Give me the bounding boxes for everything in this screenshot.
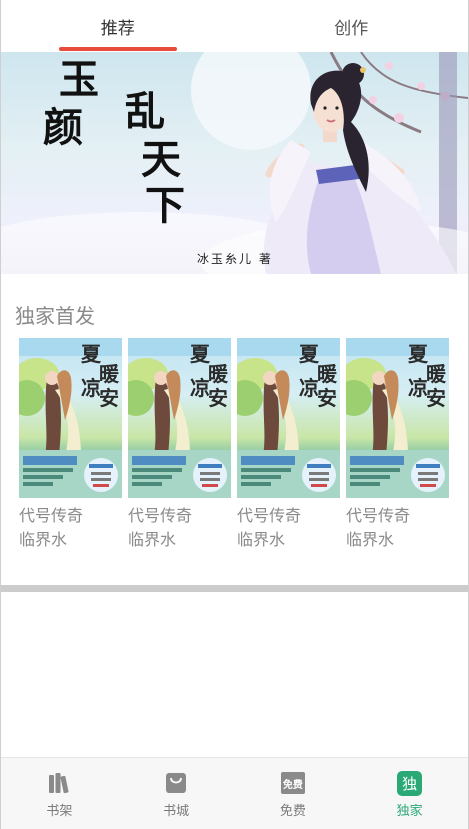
banner-carousel[interactable]: 玉 颜 乱 天 下 冰玉糸儿 著 bbox=[1, 52, 468, 274]
book-cover[interactable]: 夏 暖 凉 安 bbox=[19, 338, 122, 498]
book-card[interactable]: 夏 暖 凉 安 代号传奇 临界水 bbox=[346, 338, 449, 552]
cover-title-char: 凉 bbox=[299, 376, 319, 400]
banner-title-char: 天 bbox=[141, 136, 181, 183]
book-author: 临界水 bbox=[128, 530, 177, 549]
cover-title-char: 暖 bbox=[208, 362, 228, 386]
app-screen: 推荐 创作 玉 颜 乱 天 下 冰玉糸儿 著 独家首发 夏 暖 凉 安 代号传奇… bbox=[0, 0, 469, 829]
exclusive-badge-text: 独 bbox=[397, 770, 423, 796]
book-card[interactable]: 夏 暖 凉 安 代号传奇 临界水 bbox=[19, 338, 122, 552]
book-title[interactable]: 代号传奇 bbox=[237, 504, 340, 528]
cover-title-char: 暖 bbox=[317, 362, 337, 386]
cover-title-char: 安 bbox=[99, 386, 119, 410]
bookshelf-icon bbox=[46, 770, 72, 796]
bottom-nav-bar: 书架 书城 免费 免费 独 独家 bbox=[1, 757, 468, 829]
cover-title-char: 安 bbox=[317, 386, 337, 410]
book-card[interactable]: 夏 暖 凉 安 代号传奇 临界水 bbox=[128, 338, 231, 552]
cover-title-char: 暖 bbox=[426, 362, 446, 386]
book-author: 临界水 bbox=[346, 530, 395, 549]
nav-free-label: 免费 bbox=[279, 804, 306, 819]
nav-exclusive[interactable]: 独 独家 bbox=[351, 758, 468, 829]
cover-title-char: 凉 bbox=[190, 376, 210, 400]
nav-bookshelf-label: 书架 bbox=[46, 804, 73, 819]
nav-bookstore[interactable]: 书城 bbox=[118, 758, 235, 829]
tab-create-label: 创作 bbox=[334, 19, 369, 39]
cover-title-char: 夏 bbox=[81, 342, 101, 366]
book-list: 夏 暖 凉 安 代号传奇 临界水 夏 暖 凉 安 代号传奇 临界水 夏 暖 凉 … bbox=[19, 338, 459, 558]
tab-recommend[interactable]: 推荐 bbox=[1, 0, 235, 52]
nav-bookshelf[interactable]: 书架 bbox=[1, 758, 118, 829]
tab-recommend-label: 推荐 bbox=[100, 19, 135, 39]
free-badge-text: 免费 bbox=[280, 772, 305, 794]
banner-title-char: 玉 bbox=[59, 56, 99, 103]
cover-title-char: 安 bbox=[208, 386, 228, 410]
cover-title-char: 暖 bbox=[99, 362, 119, 386]
shopping-bag-icon bbox=[163, 770, 189, 796]
tab-create[interactable]: 创作 bbox=[235, 0, 469, 52]
nav-free[interactable]: 免费 免费 bbox=[235, 758, 352, 829]
cover-title-char: 夏 bbox=[408, 342, 428, 366]
book-cover[interactable]: 夏 暖 凉 安 bbox=[128, 338, 231, 498]
book-cover[interactable]: 夏 暖 凉 安 bbox=[237, 338, 340, 498]
section-divider bbox=[1, 585, 468, 592]
banner-title-char: 颜 bbox=[43, 104, 83, 151]
book-card[interactable]: 夏 暖 凉 安 代号传奇 临界水 bbox=[237, 338, 340, 552]
active-tab-indicator bbox=[59, 47, 177, 51]
cover-title-char: 凉 bbox=[408, 376, 428, 400]
book-cover[interactable]: 夏 暖 凉 安 bbox=[346, 338, 449, 498]
book-title[interactable]: 代号传奇 bbox=[128, 504, 231, 528]
free-badge-icon: 免费 bbox=[280, 770, 306, 796]
banner-author: 冰玉糸儿 著 bbox=[197, 252, 273, 266]
cover-title-char: 凉 bbox=[81, 376, 101, 400]
exclusive-badge-icon: 独 bbox=[397, 770, 423, 796]
book-title[interactable]: 代号传奇 bbox=[19, 504, 122, 528]
top-tab-bar: 推荐 创作 bbox=[1, 0, 468, 52]
banner-title-char: 下 bbox=[145, 182, 185, 229]
nav-exclusive-label: 独家 bbox=[396, 804, 423, 819]
book-author: 临界水 bbox=[237, 530, 286, 549]
banner-title-char: 乱 bbox=[125, 88, 165, 135]
cover-title-char: 安 bbox=[426, 386, 446, 410]
section-title: 独家首发 bbox=[15, 304, 95, 328]
cover-title-char: 夏 bbox=[190, 342, 210, 366]
nav-bookstore-label: 书城 bbox=[163, 804, 190, 819]
cover-title-char: 夏 bbox=[299, 342, 319, 366]
book-author: 临界水 bbox=[19, 530, 68, 549]
book-title[interactable]: 代号传奇 bbox=[346, 504, 449, 528]
